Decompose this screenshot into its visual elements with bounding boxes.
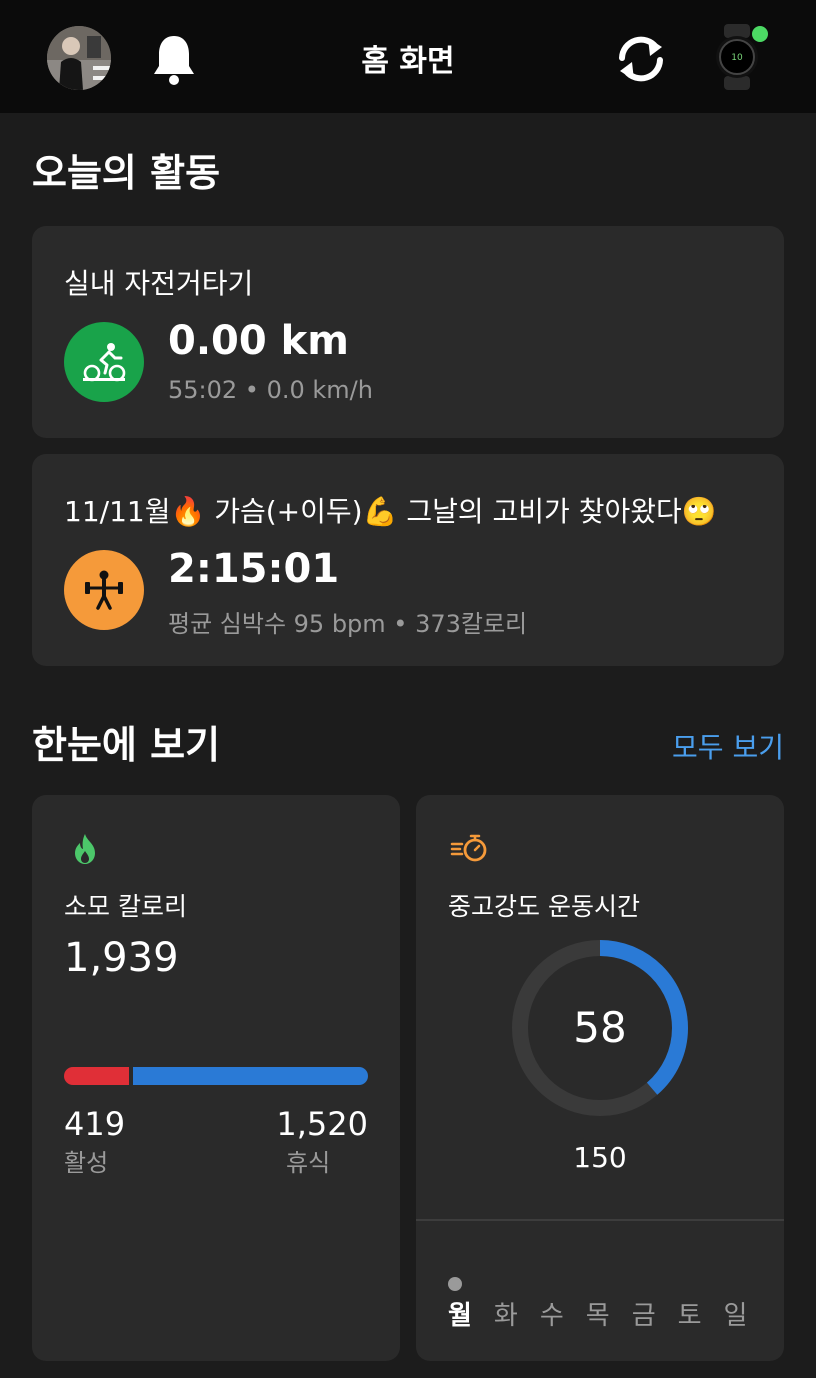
resting-calories-segment [133,1067,368,1085]
intensity-value: 58 [573,1003,627,1052]
resting-calories-label: 휴식 [286,1149,331,1177]
glance-section-title: 한눈에 보기 [32,723,221,767]
activity-details: 평균 심박수 95 bpm • 373칼로리 [168,610,528,638]
activity-duration: 2:15:01 [168,546,340,592]
day-sat: 토 [677,1301,702,1331]
sync-icon[interactable] [612,34,670,84]
flame-icon [75,834,95,864]
activity-name: 실내 자전거타기 [64,267,254,300]
divider [416,1219,784,1221]
page-title: 홈 화면 [361,44,455,79]
strength-training-icon [64,550,144,630]
stopwatch-icon [450,834,487,862]
intensity-label: 중고강도 운동시간 [448,892,640,921]
intensity-minutes-card[interactable]: 중고강도 운동시간 58 150 월 화 수 목 금 토 일 [416,795,784,1361]
day-fri: 금 [631,1301,656,1331]
see-all-link[interactable]: 모두 보기 [672,726,784,766]
day-sun: 일 [723,1301,748,1331]
day-thu: 목 [585,1301,610,1331]
svg-text:10: 10 [731,53,743,63]
intensity-goal: 150 [573,1141,627,1174]
today-section-title: 오늘의 활동 [32,151,221,195]
weekday-row: 월 화 수 목 금 토 일 [448,1295,747,1332]
activity-name: 11/11월🔥 가슴(+이두)💪 그날의 고비가 찾아왔다🙄 [64,495,717,528]
calories-card[interactable]: 소모 칼로리 1,939 419 활성 1,520 휴식 [32,795,400,1361]
connection-status-dot [752,26,768,42]
activity-card[interactable]: 11/11월🔥 가슴(+이두)💪 그날의 고비가 찾아왔다🙄 2:15:01 평… [32,454,784,666]
cycling-icon [64,322,144,402]
activity-details: 55:02 • 0.0 km/h [168,376,373,404]
calories-label: 소모 칼로리 [64,892,187,921]
activity-card[interactable]: 실내 자전거타기 0.00 km 55:02 • 0.0 km/h [32,226,784,438]
day-indicator-dot [448,1277,462,1291]
calories-total: 1,939 [64,935,179,981]
day-wed: 수 [539,1301,564,1331]
resting-calories-value: 1,520 [276,1105,368,1143]
calories-bar [64,1067,368,1085]
top-app-bar: 홈 화면 10 [0,0,816,113]
day-mon: 월 [448,1301,472,1331]
active-calories-value: 419 [64,1105,126,1143]
active-calories-segment [64,1067,129,1085]
activity-distance: 0.00 km [168,318,349,364]
day-tue: 화 [493,1301,518,1331]
active-calories-label: 활성 [64,1149,109,1177]
